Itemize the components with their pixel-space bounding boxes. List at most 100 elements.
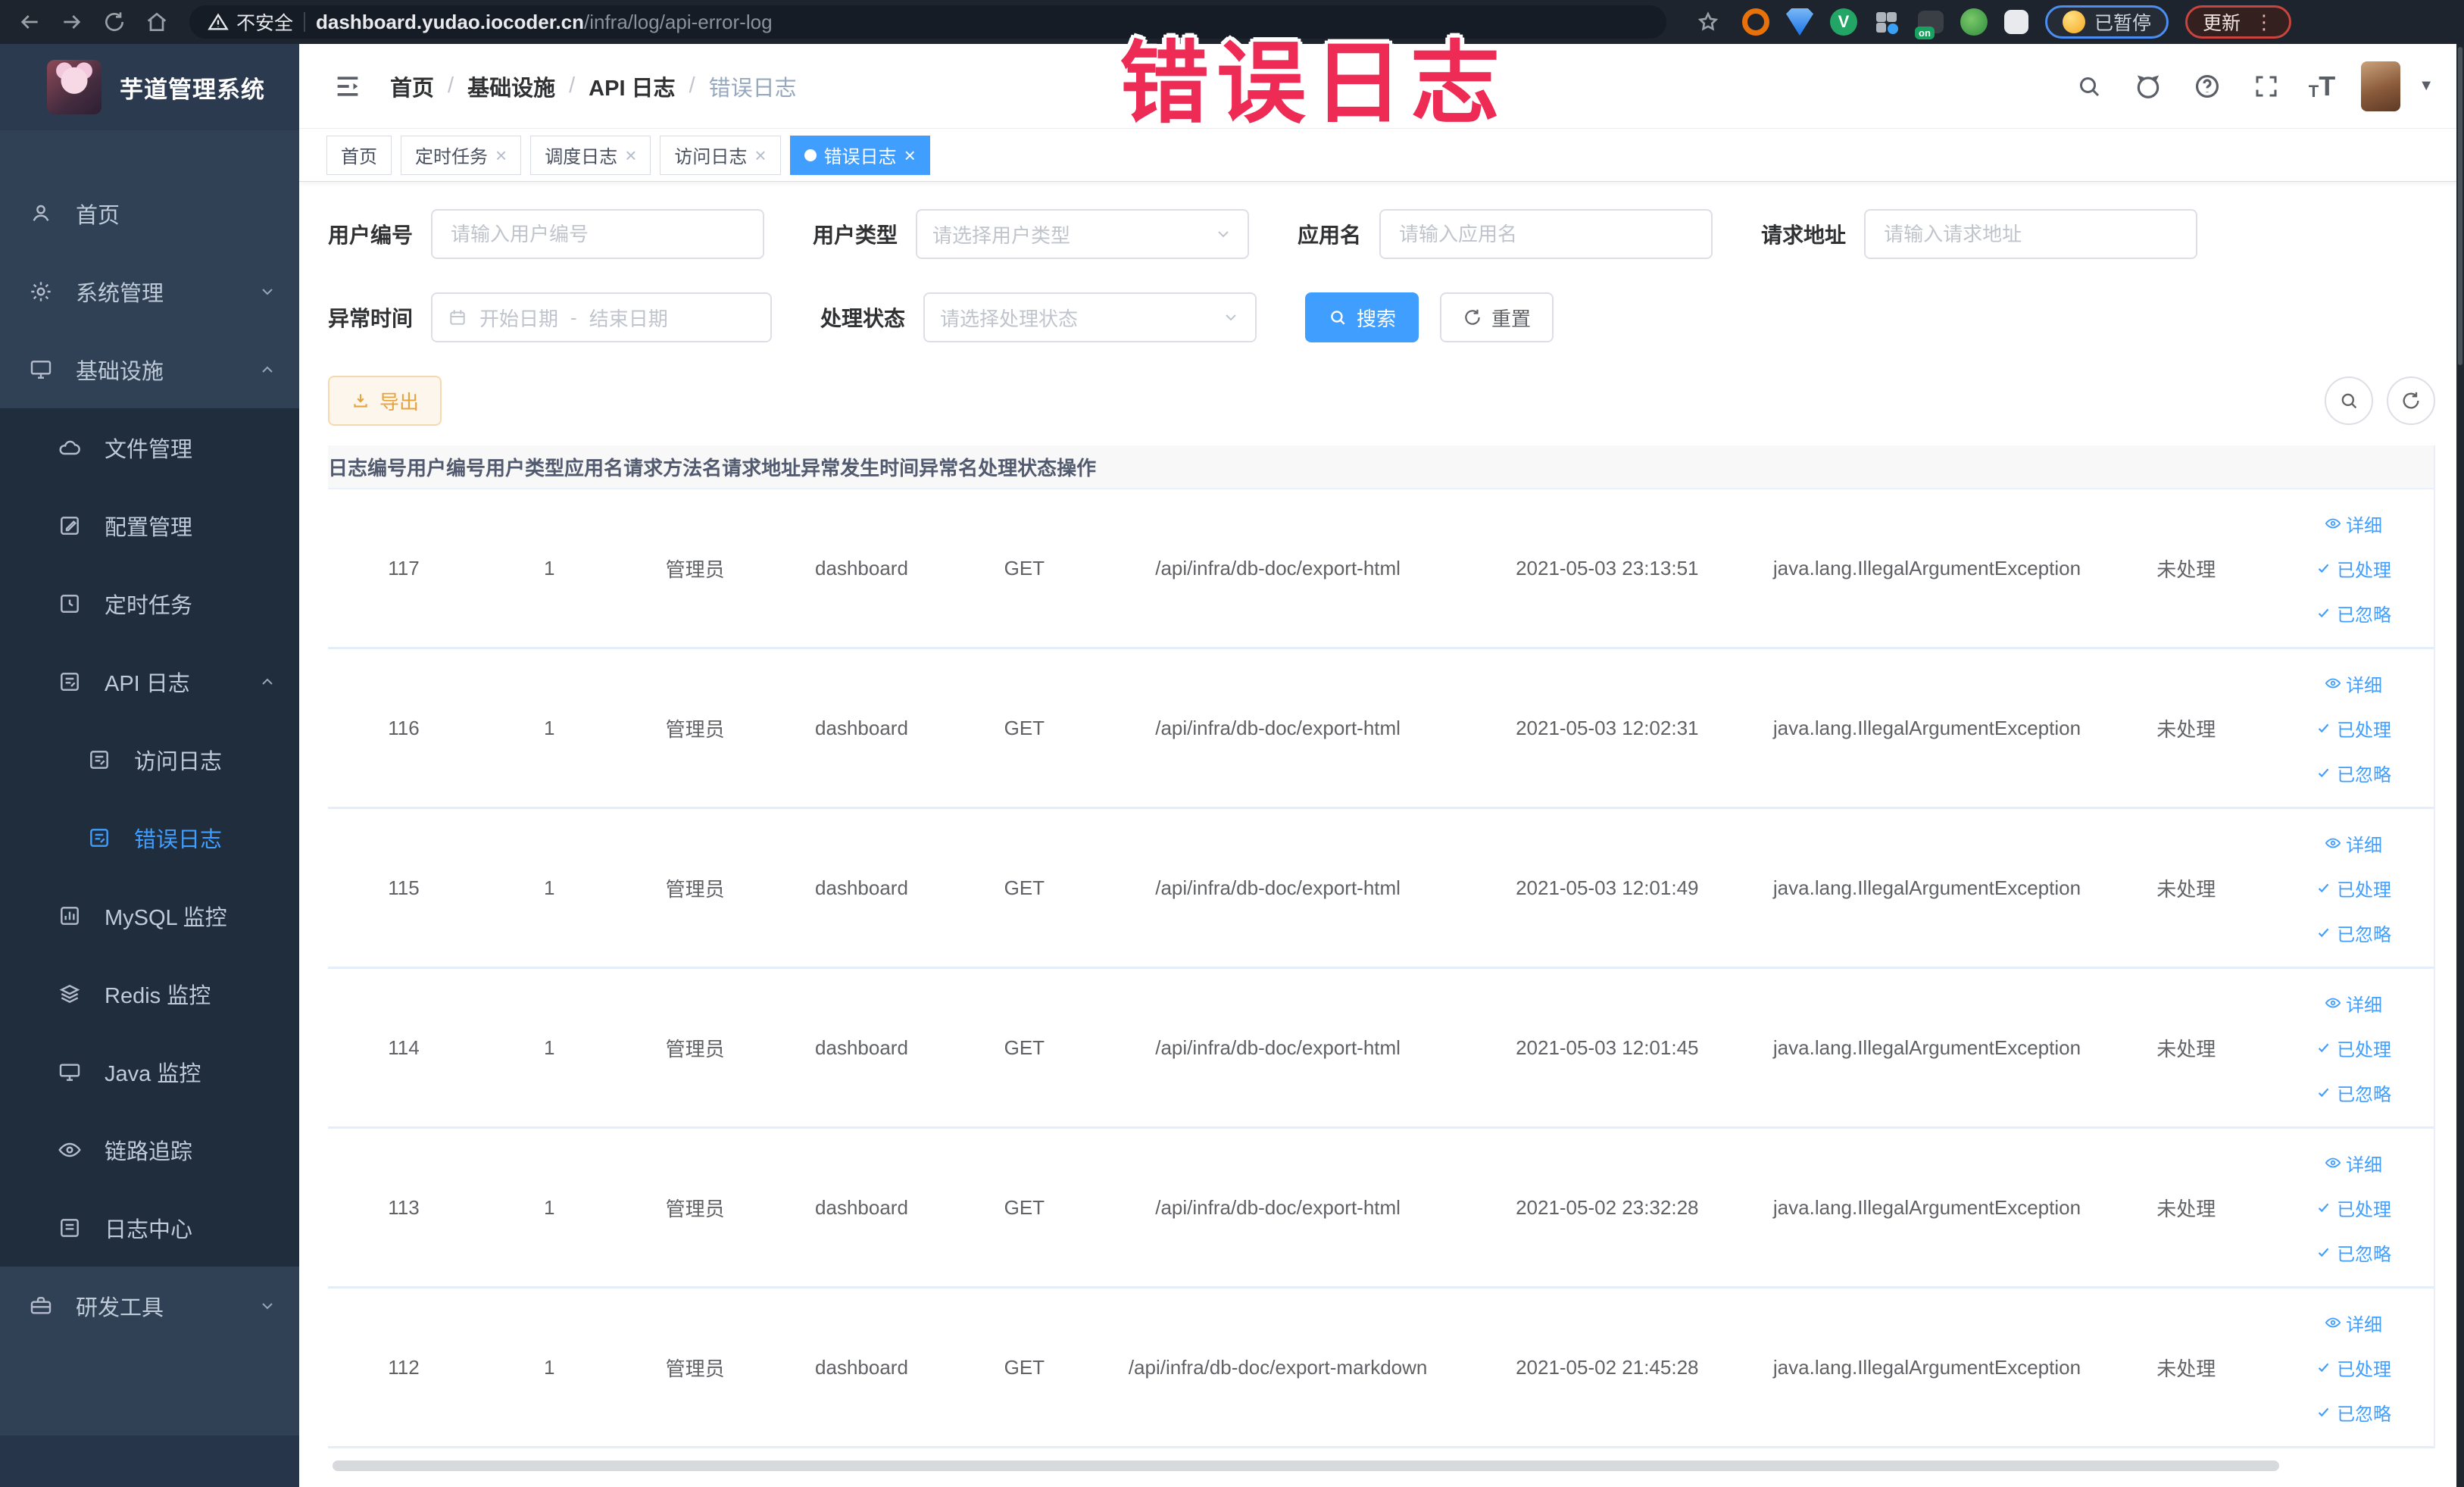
scrollbar-thumb[interactable]: [2458, 47, 2462, 365]
not-secure-icon[interactable]: [208, 11, 229, 33]
mark-processed-link[interactable]: 已处理: [2316, 715, 2391, 742]
extensions-puzzle-icon[interactable]: [2004, 10, 2028, 34]
paused-badge[interactable]: 已暂停: [2045, 5, 2169, 39]
reset-button[interactable]: 重置: [1440, 292, 1554, 342]
status-select[interactable]: 请选择处理状态: [923, 292, 1257, 342]
sidebar-item-error-log[interactable]: 错误日志: [0, 798, 299, 876]
close-icon[interactable]: ×: [754, 145, 766, 165]
sidebar-item-home[interactable]: 首页: [0, 174, 299, 252]
close-icon[interactable]: ×: [495, 145, 507, 165]
extension-shield-icon[interactable]: [1786, 8, 1813, 36]
mark-processed-link[interactable]: 已处理: [2316, 875, 2391, 901]
sidebar-item-tracing[interactable]: 链路追踪: [0, 1111, 299, 1189]
extension-leaf-icon[interactable]: [1960, 8, 1988, 36]
help-question-icon[interactable]: [2191, 70, 2224, 103]
app-logo-row[interactable]: 芋道管理系统: [0, 44, 299, 130]
sidebar-item-system[interactable]: 系统管理: [0, 252, 299, 330]
sidebar-item-infra[interactable]: 基础设施: [0, 330, 299, 408]
mark-ignored-link[interactable]: 已忽略: [2316, 1239, 2391, 1266]
cell-user-type: 管理员: [665, 717, 725, 741]
log-doc-icon: [87, 826, 111, 850]
mark-processed-link[interactable]: 已处理: [2316, 1035, 2391, 1061]
close-icon[interactable]: ×: [625, 145, 636, 165]
user-no-input[interactable]: [431, 209, 765, 259]
mark-processed-link[interactable]: 已处理: [2316, 1195, 2391, 1221]
sidebar-item-mysql-monitor[interactable]: MySQL 监控: [0, 876, 299, 954]
log-doc-icon: [58, 670, 82, 694]
horizontal-scrollbar-thumb[interactable]: [333, 1460, 2279, 1471]
cell-request-url: /api/infra/db-doc/export-html: [1155, 1195, 1401, 1219]
cell-exception-time: 2021-05-03 23:13:51: [1516, 556, 1699, 579]
user-type-select[interactable]: 请选择用户类型: [916, 209, 1250, 259]
app-name-input[interactable]: [1379, 209, 1713, 259]
window-scrollbar[interactable]: [2456, 44, 2464, 1487]
mark-ignored-link[interactable]: 已忽略: [2316, 760, 2391, 786]
sidebar-item-dev-tools[interactable]: 研发工具: [0, 1267, 299, 1345]
browser-menu-kebab-icon[interactable]: ⋮: [2254, 11, 2274, 34]
mark-ignored-link[interactable]: 已忽略: [2316, 1079, 2391, 1106]
sidebar-item-scheduled-tasks[interactable]: 定时任务: [0, 564, 299, 642]
tag-scheduled-tasks[interactable]: 定时任务 ×: [401, 135, 522, 175]
date-range-picker[interactable]: 开始日期 - 结束日期: [431, 292, 773, 342]
detail-link[interactable]: 详细: [2325, 1310, 2382, 1336]
breadcrumb-api-log[interactable]: API 日志: [589, 70, 675, 102]
browser-forward-icon[interactable]: [55, 5, 89, 39]
browser-home-icon[interactable]: [139, 5, 174, 39]
user-avatar[interactable]: [2361, 61, 2401, 111]
cell-user-type: 管理员: [665, 1357, 725, 1380]
extension-on-badge-icon[interactable]: on: [1915, 11, 1944, 39]
breadcrumb-infra[interactable]: 基础设施: [467, 70, 555, 102]
toggle-search-button[interactable]: [2325, 376, 2373, 425]
detail-link[interactable]: 详细: [2325, 670, 2382, 697]
detail-link[interactable]: 详细: [2325, 1150, 2382, 1176]
browser-back-icon[interactable]: [12, 5, 47, 39]
tag-error-log[interactable]: 错误日志 ×: [789, 135, 930, 175]
search-button[interactable]: 搜索: [1305, 292, 1419, 342]
status-label: 处理状态: [820, 307, 906, 330]
hamburger-icon[interactable]: [325, 64, 370, 109]
extension-orange-icon[interactable]: [1742, 8, 1769, 36]
cell-actions: 详细 已处理 已忽略: [2273, 511, 2434, 626]
table-row: 113 1 管理员 dashboard GET /api/infra/db-do…: [328, 1129, 2434, 1289]
mark-ignored-link[interactable]: 已忽略: [2316, 1399, 2391, 1426]
mark-ignored-link[interactable]: 已忽略: [2316, 600, 2391, 626]
font-size-icon[interactable]: TT: [2309, 72, 2335, 100]
export-button[interactable]: 导出: [328, 376, 442, 426]
extension-grid-icon[interactable]: [1874, 8, 1901, 36]
breadcrumb-home[interactable]: 首页: [390, 70, 434, 102]
req-url-input[interactable]: [1864, 209, 2198, 259]
refresh-button[interactable]: [2387, 376, 2435, 425]
github-icon[interactable]: [2131, 70, 2165, 103]
browser-reload-icon[interactable]: [97, 5, 132, 39]
chevron-up-icon: [258, 673, 276, 691]
emoji-face-icon: [2063, 11, 2085, 33]
extension-v-icon[interactable]: V: [1830, 8, 1857, 36]
sidebar-item-log-center[interactable]: 日志中心: [0, 1189, 299, 1267]
user-no-label: 用户编号: [328, 223, 414, 247]
tag-access-log[interactable]: 访问日志 ×: [660, 135, 781, 175]
detail-link[interactable]: 详细: [2325, 990, 2382, 1017]
fullscreen-icon[interactable]: [2250, 70, 2283, 103]
app-title: 芋道管理系统: [120, 76, 265, 103]
mark-processed-link[interactable]: 已处理: [2316, 555, 2391, 582]
sidebar-item-access-log[interactable]: 访问日志: [0, 720, 299, 798]
avatar-caret-icon[interactable]: ▼: [2419, 77, 2434, 95]
mark-processed-link[interactable]: 已处理: [2316, 1354, 2391, 1381]
tag-dispatch-log[interactable]: 调度日志 ×: [530, 135, 651, 175]
bookmark-star-icon[interactable]: [1691, 5, 1725, 39]
sidebar-item-config-management[interactable]: 配置管理: [0, 486, 299, 564]
update-button[interactable]: 更新 ⋮: [2185, 5, 2292, 39]
cell-request-url: /api/infra/db-doc/export-markdown: [1128, 1355, 1428, 1379]
sidebar-item-api-log[interactable]: API 日志: [0, 642, 299, 720]
sidebar-item-java-monitor[interactable]: Java 监控: [0, 1032, 299, 1111]
address-url[interactable]: dashboard.yudao.iocoder.cn/infra/log/api…: [316, 11, 773, 34]
mark-ignored-link[interactable]: 已忽略: [2316, 920, 2391, 946]
tag-home[interactable]: 首页: [326, 135, 392, 175]
close-icon[interactable]: ×: [904, 145, 916, 165]
header-search-icon[interactable]: [2072, 70, 2106, 103]
filter-row-2: 异常时间 开始日期 - 结束日期 处理状态 请选择处理状态 搜索 重置: [328, 292, 2435, 342]
sidebar-item-file-management[interactable]: 文件管理: [0, 408, 299, 486]
detail-link[interactable]: 详细: [2325, 830, 2382, 857]
detail-link[interactable]: 详细: [2325, 511, 2382, 537]
sidebar-item-redis-monitor[interactable]: Redis 监控: [0, 954, 299, 1032]
